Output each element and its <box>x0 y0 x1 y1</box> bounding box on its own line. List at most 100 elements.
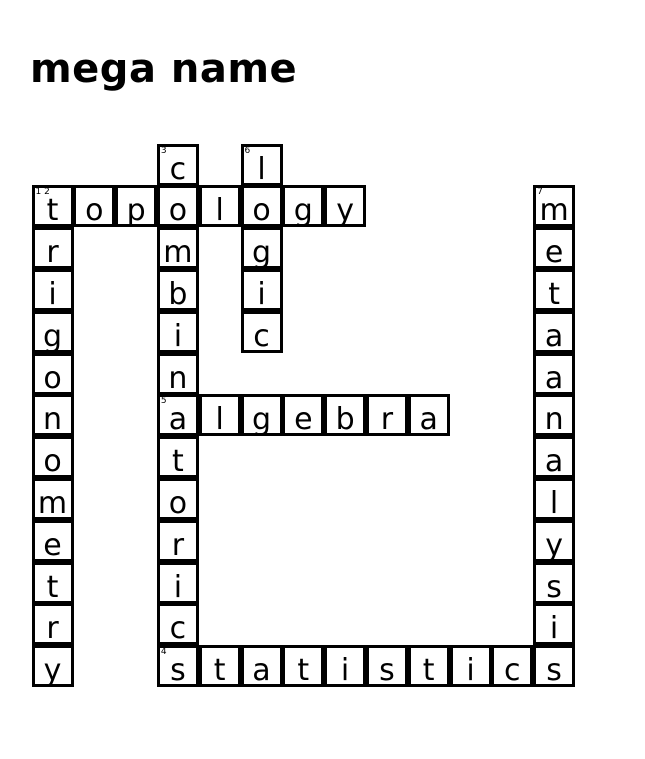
cell-letter: p <box>126 193 146 229</box>
cell-letter: t <box>46 193 59 229</box>
cell-letter: m <box>539 193 569 229</box>
cell-letter: m <box>163 235 193 271</box>
crossword-cell[interactable]: g <box>282 185 325 229</box>
cell-letter: e <box>544 235 564 271</box>
cell-letter: i <box>173 318 183 354</box>
crossword-cell[interactable]: a <box>533 352 576 396</box>
cell-letter: n <box>42 402 62 438</box>
crossword-cell[interactable]: n <box>156 352 199 395</box>
crossword-cell[interactable]: i <box>156 561 199 604</box>
crossword-cell[interactable]: e <box>533 227 576 271</box>
crossword-cell[interactable]: r <box>31 603 74 646</box>
crossword-cell[interactable]: o <box>31 436 74 480</box>
crossword-cell[interactable]: l <box>198 185 241 229</box>
crossword-cell[interactable]: y <box>324 185 367 228</box>
crossword-cell[interactable]: e <box>282 394 325 438</box>
crossword-cell[interactable]: i <box>449 645 492 688</box>
cell-letter: b <box>335 402 355 438</box>
cell-letter: c <box>253 318 270 354</box>
cell-letter: l <box>215 193 224 229</box>
crossword-cell[interactable]: 6l <box>240 143 283 186</box>
cell-letter: g <box>251 402 272 438</box>
crossword-cell[interactable]: o <box>156 185 199 228</box>
crossword-cell[interactable]: o <box>240 185 283 229</box>
crossword-cell[interactable]: 4s <box>156 645 199 689</box>
crossword-cell[interactable]: s <box>533 645 576 689</box>
crossword-cell[interactable]: c <box>491 645 534 688</box>
crossword-cell[interactable]: m <box>156 227 199 271</box>
crossword-cell[interactable]: n <box>533 394 576 438</box>
crossword-cell[interactable]: a <box>533 310 576 353</box>
crossword-cell[interactable]: 1 2t <box>31 185 74 229</box>
crossword-cell[interactable]: i <box>156 310 199 354</box>
crossword-cell[interactable]: 5a <box>156 394 199 437</box>
crossword-cell[interactable]: r <box>31 227 74 271</box>
cell-letter: a <box>544 360 564 396</box>
cell-letter: i <box>257 276 266 312</box>
crossword-cell[interactable]: g <box>240 227 283 271</box>
crossword-cell[interactable]: b <box>324 394 367 438</box>
cell-letter: o <box>252 193 271 229</box>
crossword-cell[interactable]: t <box>198 645 241 689</box>
cell-letter: c <box>169 611 187 647</box>
cell-letter: o <box>85 193 104 229</box>
cell-letter: o <box>168 485 188 521</box>
crossword-cell[interactable]: r <box>365 394 408 438</box>
cell-letter: r <box>380 402 394 438</box>
crossword-cell[interactable]: t <box>31 561 74 604</box>
crossword-cell[interactable]: c <box>156 603 199 647</box>
crossword-cell[interactable]: a <box>240 645 283 689</box>
cell-letter: a <box>252 653 271 689</box>
crossword-cell[interactable]: y <box>533 519 576 562</box>
crossword-cell[interactable]: m <box>31 477 74 521</box>
crossword-cell[interactable]: g <box>240 394 283 438</box>
cell-letter: g <box>42 318 63 354</box>
cell-letter: l <box>215 402 224 438</box>
crossword-cell[interactable]: i <box>240 268 283 312</box>
crossword-cell[interactable]: o <box>31 352 74 396</box>
cell-letter: n <box>544 402 564 438</box>
crossword-cell[interactable]: l <box>198 394 241 438</box>
crossword-cell[interactable]: c <box>240 310 283 354</box>
cell-letter: l <box>549 485 559 521</box>
crossword-cell[interactable]: g <box>31 310 74 354</box>
cell-letter: o <box>43 444 62 480</box>
cell-letter: i <box>340 653 350 689</box>
crossword-cell[interactable]: o <box>73 185 116 229</box>
crossword-cell[interactable]: i <box>31 268 74 311</box>
cell-letter: e <box>43 527 62 563</box>
crossword-cell[interactable]: o <box>156 477 199 521</box>
cell-letter: s <box>170 653 186 689</box>
crossword-cell[interactable]: a <box>533 436 576 480</box>
crossword-cell[interactable]: t <box>533 268 576 311</box>
crossword-cell[interactable]: s <box>533 561 576 604</box>
crossword-cell[interactable]: s <box>365 645 408 688</box>
cell-letter: e <box>294 402 313 438</box>
crossword-cell[interactable]: b <box>156 268 199 311</box>
crossword-cell[interactable]: p <box>115 185 158 229</box>
cell-letter: y <box>43 653 62 689</box>
crossword-cell[interactable]: 7m <box>533 185 576 229</box>
cell-letter: s <box>546 653 562 689</box>
crossword-cell[interactable]: n <box>31 394 74 438</box>
crossword-cell[interactable]: y <box>31 645 74 689</box>
crossword-cell[interactable]: e <box>31 519 74 563</box>
cell-letter: r <box>46 235 59 271</box>
cell-letter: g <box>293 193 313 229</box>
cell-letter: a <box>544 444 564 480</box>
cell-letter: g <box>251 235 272 271</box>
cell-letter: i <box>549 611 559 647</box>
crossword-cell[interactable]: l <box>533 477 576 521</box>
crossword-cell[interactable]: t <box>407 645 450 688</box>
crossword-cell[interactable]: t <box>156 436 199 479</box>
crossword-cell[interactable]: r <box>156 519 199 563</box>
crossword-cell[interactable]: t <box>282 645 325 688</box>
cell-letter: o <box>43 360 62 396</box>
cell-letter: t <box>213 653 226 689</box>
crossword-cell[interactable]: a <box>407 394 450 437</box>
crossword-cell[interactable]: i <box>324 645 367 689</box>
cell-letter: r <box>171 527 185 563</box>
crossword-cell[interactable]: 3c <box>156 143 199 186</box>
crossword-cell[interactable]: i <box>533 603 576 647</box>
cell-letter: m <box>37 485 68 521</box>
